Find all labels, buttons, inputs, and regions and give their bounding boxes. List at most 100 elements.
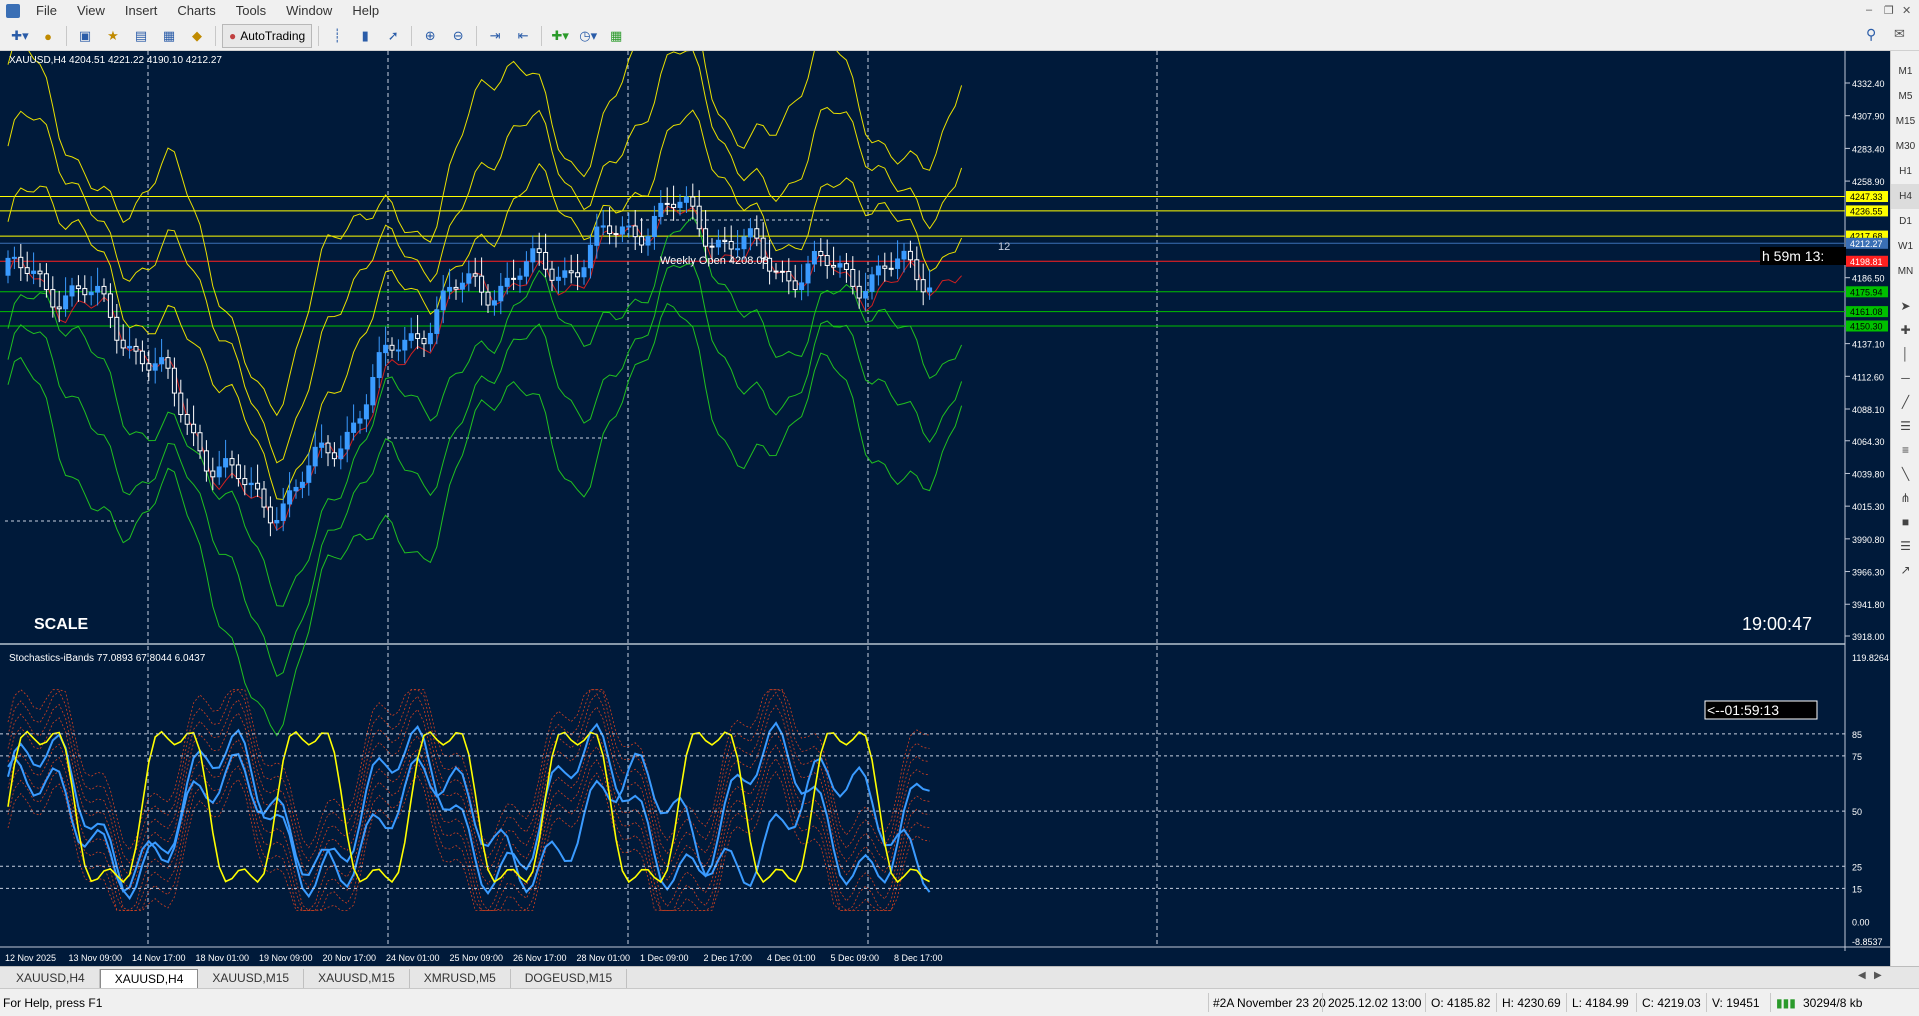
chart-canvas[interactable]: 4247.334236.554217.684212.274198.814175.… [0, 0, 1890, 966]
candle [536, 248, 542, 253]
navigator-icon[interactable]: ▤ [129, 24, 153, 48]
candle [869, 274, 875, 292]
candle [274, 519, 280, 524]
candle [792, 280, 798, 291]
menu-insert[interactable]: Insert [115, 0, 168, 22]
price-axis-label: 4283.40 [1852, 144, 1885, 154]
indicators-icon[interactable]: ✚▾ [548, 24, 572, 48]
price-axis-label: 4015.30 [1852, 502, 1885, 512]
candle [504, 277, 510, 287]
close-icon[interactable]: ✕ [1902, 4, 1911, 17]
chart-window[interactable]: 4247.33 4236.55 4217.68 4212.27 4198.81 4175.… [0, 0, 1890, 966]
bar-chart-icon[interactable]: ┊ [325, 24, 349, 48]
chart-tab[interactable]: XAUUSD,H4 [99, 969, 199, 989]
chat-icon[interactable]: ✉ [1894, 26, 1905, 42]
menu-file[interactable]: File [26, 0, 67, 22]
rectangle-icon[interactable]: ■ [1891, 510, 1919, 534]
search-icon[interactable]: ⚲ [1866, 26, 1876, 43]
candle [517, 275, 523, 280]
autotrading-button[interactable]: ● AutoTrading [222, 24, 313, 48]
tester-icon[interactable]: ◆ [185, 24, 209, 48]
timeframe-m1[interactable]: M1 [1891, 59, 1919, 84]
candlestick-icon[interactable]: ▮ [353, 24, 377, 48]
candle [754, 228, 760, 239]
menu-help[interactable]: Help [342, 0, 389, 22]
arrow-icon[interactable]: ↗ [1891, 558, 1919, 582]
price-tag-label: 4198.81 [1850, 257, 1883, 267]
sub-axis-label: 50 [1852, 807, 1862, 817]
new-chart-icon[interactable]: ✚▾ [8, 24, 32, 48]
status-open: O: 4185.82 [1431, 996, 1491, 1010]
candle [344, 431, 350, 450]
chart-tab[interactable]: XAUUSD,M15 [304, 969, 410, 988]
line-chart-icon[interactable]: ➚ [381, 24, 405, 48]
profiles-icon[interactable]: ● [36, 24, 60, 48]
menu-view[interactable]: View [67, 0, 115, 22]
candle [594, 226, 600, 246]
menu-window[interactable]: Window [276, 0, 342, 22]
candle [549, 268, 555, 281]
candle [843, 263, 849, 270]
levels-icon[interactable]: ☰ [1891, 534, 1919, 558]
gann-icon[interactable]: ╲ [1891, 462, 1919, 486]
auto-scroll-icon[interactable]: ⇥ [483, 24, 507, 48]
price-axis-label: 4137.10 [1852, 340, 1885, 350]
timeframe-m5[interactable]: M5 [1891, 84, 1919, 109]
timeframe-d1[interactable]: D1 [1891, 209, 1919, 234]
menu-charts[interactable]: Charts [167, 0, 225, 22]
candle [811, 250, 817, 265]
candle [69, 285, 75, 297]
candle [370, 376, 376, 406]
candle [31, 270, 37, 274]
vertical-line-icon[interactable]: │ [1891, 342, 1919, 366]
candle [261, 488, 267, 508]
candle [50, 289, 56, 308]
data-window-icon[interactable]: ★ [101, 24, 125, 48]
chart-tab[interactable]: XMRUSD,M5 [410, 969, 511, 988]
candle [818, 250, 824, 257]
candle [472, 273, 478, 277]
trendline-icon[interactable]: ╱ [1891, 390, 1919, 414]
chart-tab[interactable]: XAUUSD,H4 [2, 969, 100, 988]
time-axis-label: 2 Dec 17:00 [704, 953, 753, 963]
crosshair-icon[interactable]: ✚ [1891, 318, 1919, 342]
status-profile: #2A November 23 20 [1213, 996, 1326, 1010]
templates-icon[interactable]: ▦ [604, 24, 628, 48]
time-axis-label: 19 Nov 09:00 [259, 953, 313, 963]
timeframe-m30[interactable]: M30 [1891, 134, 1919, 159]
cursor-icon[interactable]: ➤ [1891, 294, 1919, 318]
candle [152, 363, 158, 371]
candle [37, 270, 43, 275]
candle [491, 300, 497, 306]
pitchfork-icon[interactable]: ⋔ [1891, 486, 1919, 510]
channel-icon[interactable]: ☰ [1891, 414, 1919, 438]
chart-tab[interactable]: DOGEUSD,M15 [511, 969, 628, 988]
candle [223, 458, 229, 468]
timeframe-h1[interactable]: H1 [1891, 159, 1919, 184]
toolbar: ✚▾ ● ▣ ★ ▤ ▦ ◆ ● AutoTrading ┊ ▮ ➚ ⊕ ⊖ ⇥ … [0, 22, 1919, 51]
restore-icon[interactable]: ❐ [1884, 4, 1894, 17]
market-watch-icon[interactable]: ▣ [73, 24, 97, 48]
timeframe-w1[interactable]: W1 [1891, 234, 1919, 259]
menu-tools[interactable]: Tools [226, 0, 276, 22]
fibonacci-icon[interactable]: ≡ [1891, 438, 1919, 462]
tab-scroll-left-icon[interactable]: ◀ [1858, 970, 1866, 981]
horizontal-line-icon[interactable]: ─ [1891, 366, 1919, 390]
candle [88, 291, 94, 296]
candle [376, 352, 382, 378]
timeframe-h4[interactable]: H4 [1891, 184, 1919, 209]
timeframe-m15[interactable]: M15 [1891, 109, 1919, 134]
chart-tab[interactable]: XAUUSD,M15 [198, 969, 305, 988]
candle [43, 273, 49, 291]
chart-shift-icon[interactable]: ⇤ [511, 24, 535, 48]
zoom-out-icon[interactable]: ⊖ [446, 24, 470, 48]
terminal-icon[interactable]: ▦ [157, 24, 181, 48]
scale-label: SCALE [34, 616, 89, 633]
candle [888, 267, 894, 270]
zoom-in-icon[interactable]: ⊕ [418, 24, 442, 48]
tab-scroll-right-icon[interactable]: ▶ [1874, 970, 1882, 981]
timeframe-mn[interactable]: MN [1891, 259, 1919, 284]
time-axis-label: 4 Dec 01:00 [767, 953, 816, 963]
minimize-icon[interactable]: – [1866, 4, 1872, 16]
periods-icon[interactable]: ◷▾ [576, 24, 600, 48]
